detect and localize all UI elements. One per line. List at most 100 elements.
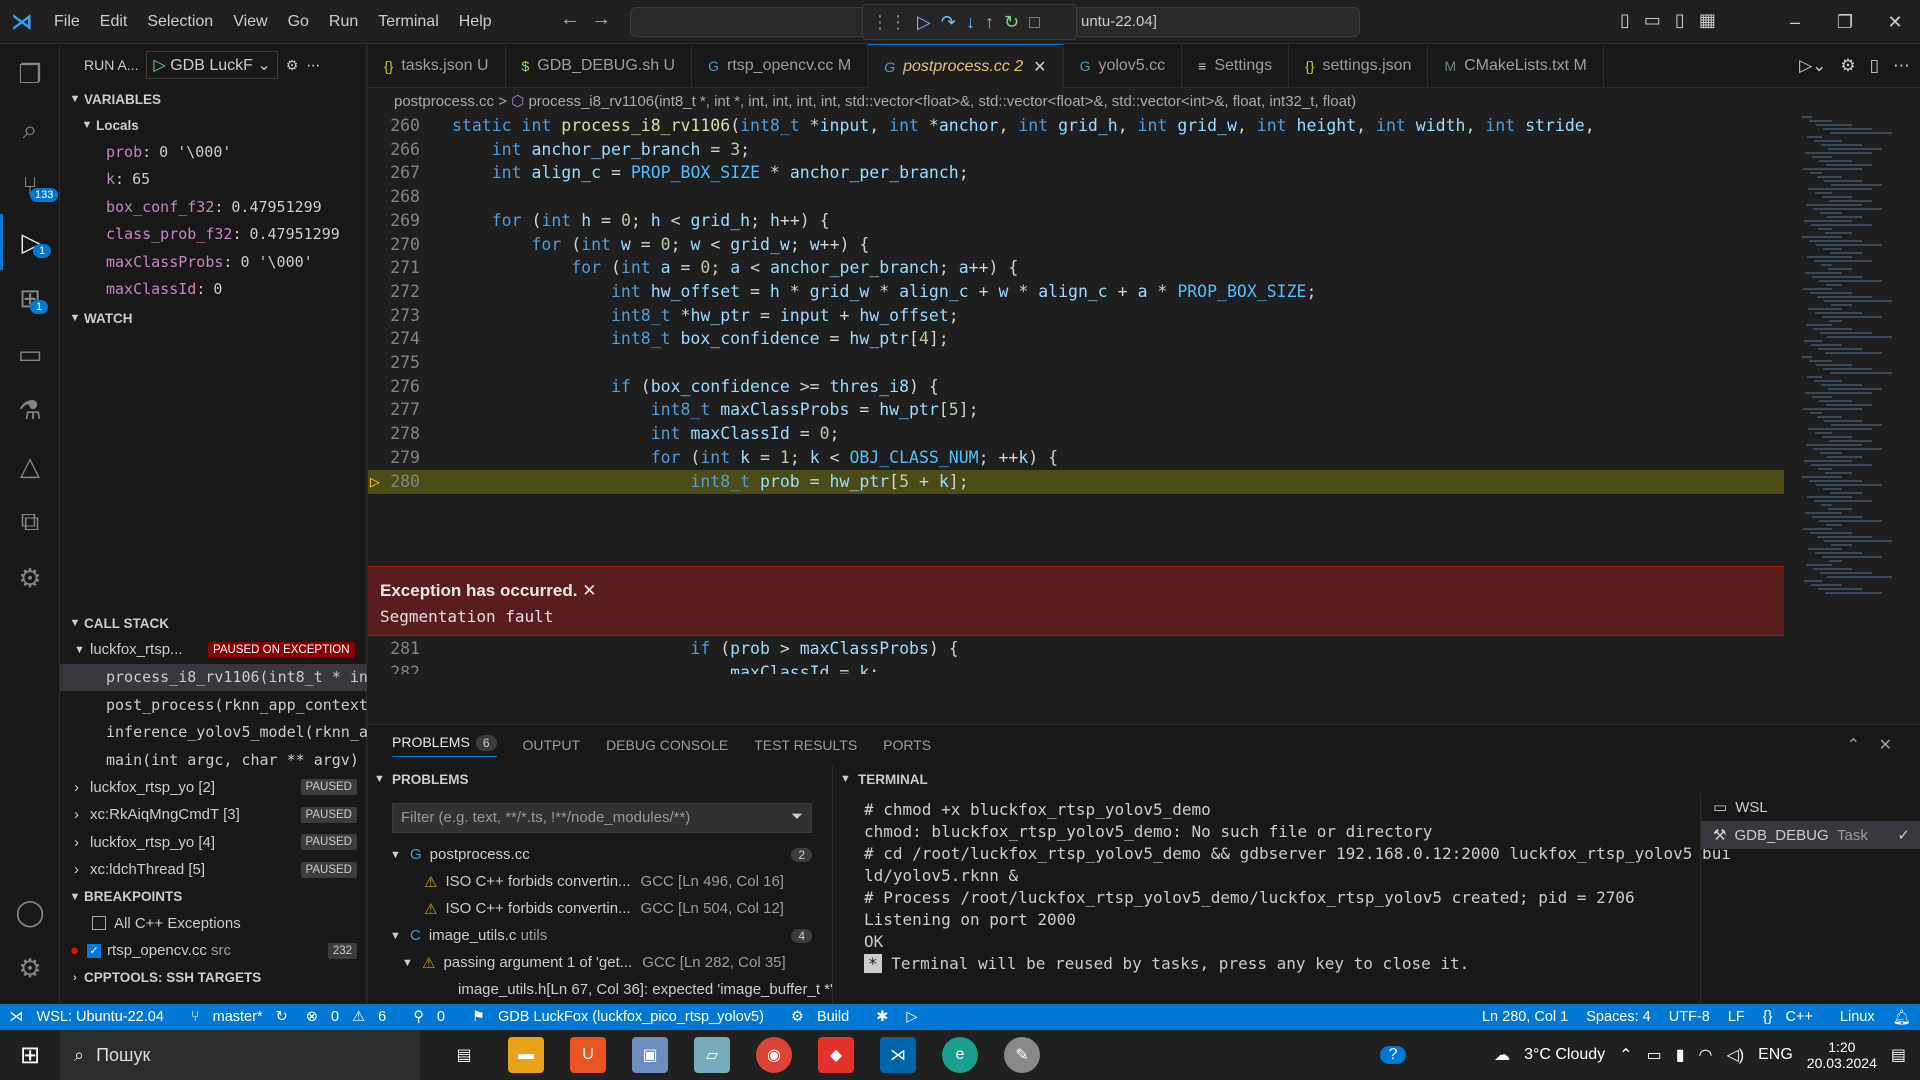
tab-problems[interactable]: PROBLEMS 6: [392, 734, 497, 757]
problem-item[interactable]: ⚠ ISO C++ forbids convertin... GCC [Ln 496…: [368, 868, 832, 895]
close-exception-icon[interactable]: ✕: [582, 581, 596, 600]
tab-debug-console[interactable]: DEBUG CONSOLE: [606, 737, 728, 753]
problems-indicator[interactable]: ⊗ 0 ⚠ 6: [306, 1009, 395, 1025]
code-line[interactable]: 269 for (int h = 0; h < grid_h; h++) {: [368, 209, 1784, 233]
editor-tab[interactable]: {} settings.json: [1289, 44, 1429, 88]
problem-item[interactable]: ▼ ⚠ passing argument 1 of 'get... GCC [Ln 2…: [368, 949, 832, 976]
local-variable[interactable]: prob:0 '\000': [60, 138, 366, 166]
paint-icon[interactable]: ✎: [1004, 1037, 1040, 1073]
checkbox-checked-icon[interactable]: ✓: [87, 943, 102, 958]
language-mode[interactable]: {} C++: [1763, 1009, 1822, 1026]
remote-indicator[interactable]: ⋊ WSL: Ubuntu-22.04: [9, 1009, 173, 1025]
stack-frame[interactable]: main(int argc, char ** argv): [60, 746, 367, 774]
code-line[interactable]: 277 int8_t maxClassProbs = hw_ptr[5];: [368, 398, 1784, 422]
notes-icon[interactable]: ▱: [694, 1037, 730, 1073]
local-variable[interactable]: class_prob_f32:0.47951299: [60, 221, 366, 249]
branch-indicator[interactable]: ⑂ master* ↻: [191, 1009, 288, 1025]
stack-frame[interactable]: process_i8_rv1106(int8_t * in: [60, 663, 367, 691]
step-into-icon[interactable]: ↓: [966, 12, 975, 33]
ports-indicator[interactable]: ⚲ 0: [413, 1009, 454, 1025]
local-variable[interactable]: k:65: [60, 166, 366, 194]
taskbar-search[interactable]: ⌕ Пошук: [60, 1030, 420, 1080]
toggle-panel-icon[interactable]: ▭: [1644, 10, 1661, 31]
breadcrumb-symbol[interactable]: process_i8_rv1106(int8_t *, int *, int, …: [528, 93, 1356, 110]
problem-file-row[interactable]: ▼ Cimage_utils.c utils 4: [368, 922, 832, 949]
code-line[interactable]: 275: [368, 351, 1784, 375]
battery-icon[interactable]: ▮: [1676, 1045, 1685, 1065]
problems-header[interactable]: ▼ PROBLEMS: [368, 765, 832, 793]
thread-item[interactable]: › xc:ldchThread [5] PAUSED: [60, 856, 367, 884]
volume-icon[interactable]: ◁): [1726, 1045, 1744, 1065]
stack-frame[interactable]: inference_yolov5_model(rknn_a: [60, 719, 367, 747]
minimap[interactable]: [1798, 114, 1908, 714]
remote-explorer-icon[interactable]: ▭: [0, 326, 60, 382]
customize-layout-icon[interactable]: ▦: [1699, 10, 1716, 31]
checkbox-icon[interactable]: [92, 916, 106, 931]
cmake-icon[interactable]: △: [0, 438, 60, 494]
toggle-secondary-icon[interactable]: ▯: [1675, 10, 1685, 31]
debug-config-select[interactable]: ▷ GDB LuckF ⌄: [146, 51, 278, 79]
settings-gear-icon[interactable]: ⚙: [1840, 56, 1855, 76]
os-indicator[interactable]: Linux: [1840, 1009, 1875, 1026]
thread-item[interactable]: ▼ luckfox_rtsp... PAUSED ON EXCEPTION: [60, 636, 367, 664]
tray-chevron-icon[interactable]: ⌃: [1619, 1045, 1632, 1065]
account-icon[interactable]: ◯: [0, 884, 60, 940]
thread-item[interactable]: › xc:RkAiqMngCmdT [3] PAUSED: [60, 801, 367, 829]
menu-file[interactable]: File: [44, 13, 90, 30]
manage-gear-icon[interactable]: ⚙: [0, 940, 60, 996]
bp-file[interactable]: ● ✓ rtsp_opencv.cc src 232: [60, 937, 367, 965]
menu-terminal[interactable]: Terminal: [368, 13, 448, 30]
chrome-icon[interactable]: ◉: [756, 1037, 792, 1073]
maximize-icon[interactable]: ❐: [1820, 12, 1870, 33]
app-icon[interactable]: ▣: [632, 1037, 668, 1073]
anydesk-icon[interactable]: ◆: [818, 1037, 854, 1073]
start-debug-icon[interactable]: ▷: [153, 57, 170, 74]
step-out-icon[interactable]: ↑: [985, 12, 994, 33]
grip-icon[interactable]: ⋮⋮: [871, 12, 907, 33]
code-line[interactable]: 273 int8_t *hw_ptr = input + hw_offset;: [368, 304, 1784, 328]
problems-filter-input[interactable]: Filter (e.g. text, **/*.ts, !**/node_mod…: [392, 803, 812, 833]
code-line[interactable]: 268: [368, 185, 1784, 209]
step-over-icon[interactable]: ↷: [941, 12, 956, 33]
docker-icon[interactable]: ⧉: [0, 494, 60, 550]
platformio-icon[interactable]: ⚙: [0, 550, 60, 606]
code-view[interactable]: Exception has occurred. ✕ Segmentation f…: [368, 114, 1784, 674]
split-editor-icon[interactable]: ▯: [1870, 56, 1879, 76]
network-icon[interactable]: ▭: [1647, 1045, 1662, 1065]
terminal-output[interactable]: # chmod +x bluckfox_rtsp_yolov5_demo chmo…: [834, 793, 1731, 975]
code-line[interactable]: 281 if (prob > maxClassProbs) {: [368, 637, 1784, 661]
stop-icon[interactable]: □: [1029, 12, 1040, 33]
terminal-instance[interactable]: ▭ WSL: [1701, 793, 1920, 821]
editor-tab[interactable]: Gyolov5.cc: [1064, 44, 1183, 88]
explorer-icon[interactable]: ❐: [0, 46, 60, 102]
terminal-header[interactable]: ▼ TERMINAL: [834, 765, 1920, 793]
problem-item[interactable]: ⚠ ISO C++ forbids convertin... GCC [Ln 504…: [368, 895, 832, 922]
editor-tab[interactable]: M CMakeLists.txt M: [1428, 44, 1604, 88]
close-tab-icon[interactable]: ✕: [1033, 57, 1046, 77]
menu-edit[interactable]: Edit: [90, 13, 138, 30]
breadcrumb-file[interactable]: postprocess.cc: [394, 93, 494, 110]
more-actions-icon[interactable]: ⋯: [306, 57, 320, 74]
file-explorer-icon[interactable]: ▬: [508, 1037, 544, 1073]
eol[interactable]: LF: [1728, 1009, 1745, 1026]
windows-start-icon[interactable]: ⊞: [0, 1041, 60, 1070]
more-actions-icon[interactable]: ⋯: [1893, 56, 1910, 76]
testing-icon[interactable]: ⚗: [0, 382, 60, 438]
local-variable[interactable]: box_conf_f32:0.47951299: [60, 193, 366, 221]
back-arrow-icon[interactable]: ←: [560, 8, 580, 30]
editor-tab[interactable]: Gpostprocess.cc 2 ✕: [868, 44, 1064, 88]
cpptools-section[interactable]: › CPPTOOLS: SSH TARGETS: [60, 965, 367, 991]
filter-icon[interactable]: ⏷: [791, 808, 803, 825]
callstack-section[interactable]: ▼ CALL STACK: [60, 610, 367, 636]
menu-help[interactable]: Help: [449, 13, 502, 30]
problem-file-row[interactable]: ▼ Gpostprocess.cc 2: [368, 841, 832, 868]
language-indicator[interactable]: ENG: [1758, 1046, 1793, 1064]
menu-run[interactable]: Run: [319, 13, 368, 30]
run-icon[interactable]: ▷: [906, 1009, 917, 1025]
thread-item[interactable]: › luckfox_rtsp_yo [4] PAUSED: [60, 829, 367, 857]
bp-all-exceptions[interactable]: All C++ Exceptions: [60, 910, 367, 938]
watch-section[interactable]: ▼ WATCH: [60, 305, 366, 331]
wifi-icon[interactable]: ◠: [1699, 1045, 1713, 1065]
editor-tab[interactable]: $ GDB_DEBUG.sh U: [506, 44, 693, 88]
weather-icon[interactable]: ☁: [1494, 1045, 1510, 1065]
